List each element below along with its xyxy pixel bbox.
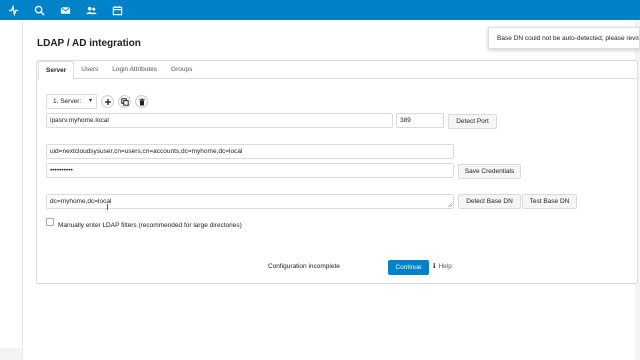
base-dn-value: dc=myhome,dc=local	[50, 198, 112, 205]
server-select[interactable]: 1. Server: ▾	[46, 94, 97, 109]
manual-filter-checkbox[interactable]	[46, 218, 54, 226]
server-select-value: 1. Server:	[53, 98, 82, 105]
help-link[interactable]: i Help	[433, 262, 452, 270]
copy-server-button[interactable]	[118, 95, 131, 108]
activity-icon[interactable]	[0, 0, 26, 20]
delete-server-button[interactable]	[135, 95, 148, 108]
sidebar-footer	[0, 348, 22, 360]
password-input[interactable]: ••••••••••	[46, 163, 454, 178]
detect-base-dn-button[interactable]: Detect Base DN	[458, 194, 521, 209]
page-title: LDAP / AD integration	[37, 38, 141, 49]
trash-icon	[138, 98, 145, 105]
tab-server[interactable]: Server	[38, 61, 75, 80]
top-navigation-bar	[0, 0, 640, 20]
mail-icon[interactable]	[52, 0, 78, 20]
port-input[interactable]: 389	[396, 113, 444, 128]
contacts-icon[interactable]	[78, 0, 104, 20]
left-sidebar	[0, 20, 23, 360]
info-icon: i	[433, 262, 436, 270]
calendar-icon[interactable]	[104, 0, 130, 20]
plus-icon	[104, 98, 111, 105]
help-label: Help	[438, 263, 452, 270]
notification-toast[interactable]: Base DN could not be auto-detected, plea…	[488, 27, 640, 49]
resize-handle-icon[interactable]	[448, 203, 452, 207]
configuration-status: Configuration incomplete	[268, 263, 340, 270]
test-base-dn-button[interactable]: Test Base DN	[522, 194, 577, 209]
tab-bar: Server Users Login Attributes Groups	[37, 61, 637, 80]
tab-users[interactable]: Users	[74, 61, 105, 79]
host-input[interactable]: ipasrv.myhome.local	[46, 113, 393, 128]
search-icon[interactable]	[26, 0, 52, 20]
copy-icon	[120, 97, 129, 106]
save-credentials-button[interactable]: Save Credentials	[458, 164, 521, 179]
tab-login-attributes[interactable]: Login Attributes	[105, 61, 164, 79]
manual-filter-label[interactable]: Manually enter LDAP filters (recommended…	[58, 222, 242, 229]
detect-port-button[interactable]: Detect Port	[448, 114, 497, 129]
continue-button[interactable]: Continue	[388, 260, 429, 275]
chevron-down-icon: ▾	[88, 98, 92, 104]
text-cursor	[107, 204, 108, 210]
tab-groups[interactable]: Groups	[164, 61, 199, 79]
add-server-button[interactable]	[101, 95, 114, 108]
user-dn-input[interactable]: uid=nextcloudsysuser,cn=users,cn=account…	[46, 144, 454, 159]
